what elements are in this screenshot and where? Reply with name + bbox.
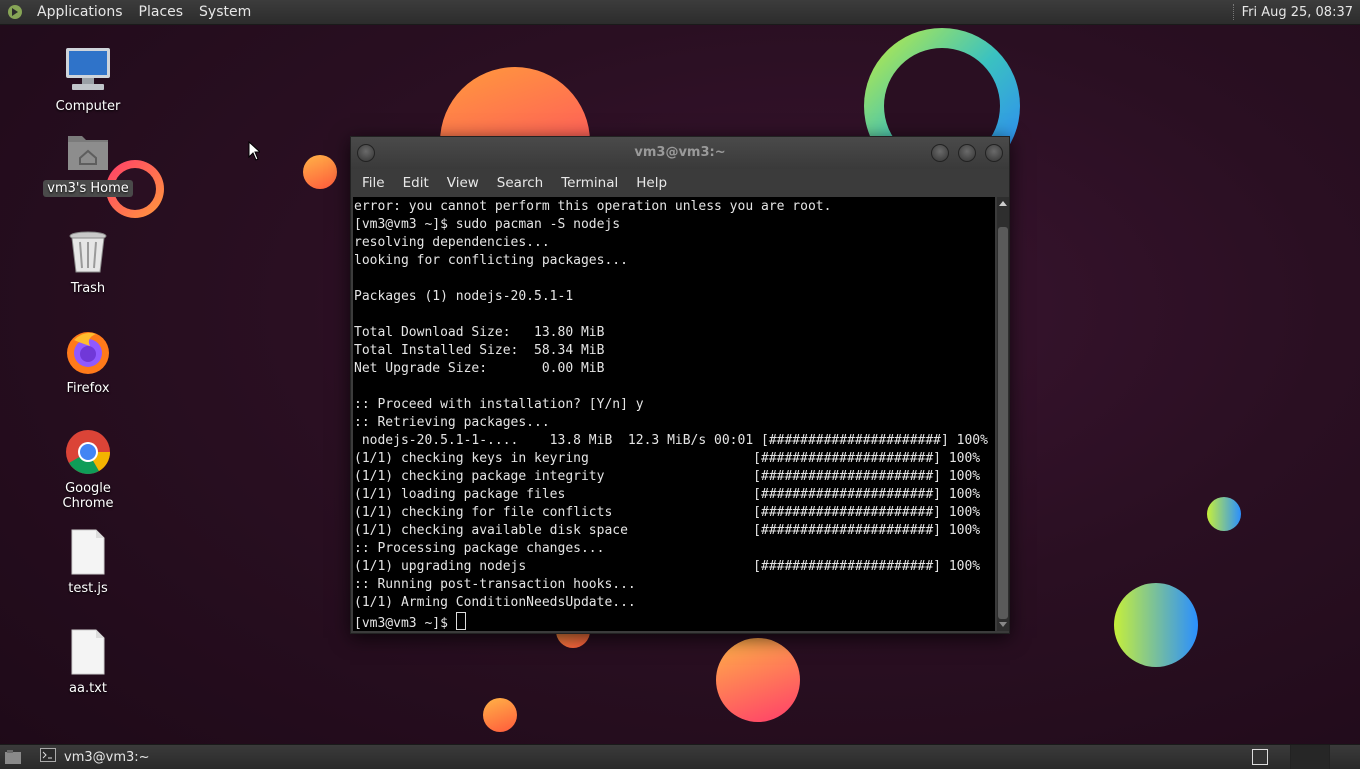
- terminal-line: nodejs-20.5.1-1-.... 13.8 MiB 12.3 MiB/s…: [361, 433, 988, 448]
- desktop-icon-trash[interactable]: Trash: [38, 228, 138, 297]
- mate-logo-icon[interactable]: [7, 4, 23, 20]
- menu-search[interactable]: Search: [488, 169, 552, 197]
- decor-circle: [483, 698, 517, 732]
- home-folder-icon: [64, 128, 112, 176]
- menu-view[interactable]: View: [438, 169, 488, 197]
- terminal-line: looking for conflicting packages...: [354, 253, 628, 268]
- terminal-icon: [40, 748, 56, 766]
- trash-icon: [64, 228, 112, 276]
- terminal-line: (1/1) checking for file conflicts [#####…: [354, 505, 981, 520]
- maximize-button[interactable]: [958, 144, 976, 162]
- desktop-icon-test-js[interactable]: test.js: [38, 528, 138, 597]
- terminal-line: resolving dependencies...: [354, 235, 550, 250]
- terminal-prompt: [vm3@vm3 ~]$: [354, 616, 456, 631]
- firefox-icon: [64, 328, 112, 376]
- window-titlebar[interactable]: vm3@vm3:~: [351, 137, 1009, 169]
- taskbar-item-terminal[interactable]: vm3@vm3:~: [34, 745, 156, 769]
- terminal-text: error: you cannot perform this operation…: [353, 197, 995, 633]
- terminal-line: :: Retrieving packages...: [354, 415, 550, 430]
- decor-circle: [716, 638, 800, 722]
- terminal-line: (1/1) loading package files [###########…: [354, 487, 981, 502]
- close-button[interactable]: [985, 144, 1003, 162]
- window-menu-button[interactable]: [357, 144, 375, 162]
- bottom-panel: vm3@vm3:~: [0, 744, 1360, 769]
- places-menu[interactable]: Places: [131, 0, 192, 24]
- window-title: vm3@vm3:~: [634, 145, 726, 160]
- terminal-line: :: Processing package changes...: [354, 541, 605, 556]
- minimize-button[interactable]: [931, 144, 949, 162]
- desktop-icon-home[interactable]: vm3's Home: [38, 128, 138, 197]
- file-icon: [64, 528, 112, 576]
- panel-separator: [1232, 4, 1236, 20]
- menu-file[interactable]: File: [353, 169, 394, 197]
- terminal-line: Packages (1) nodejs-20.5.1-1: [354, 289, 574, 304]
- terminal-line: (1/1) Arming ConditionNeedsUpdate...: [354, 595, 636, 610]
- decor-circle: [303, 155, 337, 189]
- terminal-menubar: File Edit View Search Terminal Help: [351, 169, 1009, 197]
- terminal-line: Total Installed Size: 58.34 MiB: [354, 343, 605, 358]
- desktop-icon-label: test.js: [68, 581, 108, 596]
- file-icon: [64, 628, 112, 676]
- desktop-icon-label: Firefox: [66, 381, 110, 396]
- terminal-line: :: Running post-transaction hooks...: [354, 577, 636, 592]
- desktop-icon-firefox[interactable]: Firefox: [38, 328, 138, 397]
- terminal-output[interactable]: error: you cannot perform this operation…: [353, 197, 995, 631]
- terminal-scrollbar[interactable]: [997, 197, 1009, 631]
- clock[interactable]: Fri Aug 25, 08:37: [1242, 5, 1360, 20]
- desktop-icon-aa-txt[interactable]: aa.txt: [38, 628, 138, 697]
- desktop-icon-label: Google Chrome: [62, 481, 114, 511]
- show-desktop-icon[interactable]: [4, 749, 22, 769]
- desktop-icon-label: Computer: [55, 99, 121, 114]
- computer-icon: [64, 46, 112, 94]
- top-panel: Applications Places System Fri Aug 25, 0…: [0, 0, 1360, 25]
- mouse-pointer-icon: [248, 140, 262, 165]
- taskbar-item-label: vm3@vm3:~: [64, 749, 150, 765]
- terminal-cursor: [455, 612, 466, 630]
- terminal-line: (1/1) checking keys in keyring [########…: [354, 451, 981, 466]
- scroll-down-arrow-icon[interactable]: [999, 622, 1007, 627]
- terminal-line: error: you cannot perform this operation…: [354, 199, 832, 214]
- workspace-switcher-slot[interactable]: [1290, 745, 1330, 769]
- terminal-line: Net Upgrade Size: 0.00 MiB: [354, 361, 605, 376]
- menu-terminal[interactable]: Terminal: [552, 169, 627, 197]
- menu-help[interactable]: Help: [627, 169, 676, 197]
- decor-circle: [1114, 583, 1198, 667]
- decor-circle: [1207, 497, 1241, 531]
- scroll-up-arrow-icon[interactable]: [999, 201, 1007, 206]
- workspace-switcher[interactable]: [1252, 749, 1268, 765]
- applications-menu[interactable]: Applications: [29, 0, 131, 24]
- desktop-icon-label: aa.txt: [69, 681, 107, 696]
- terminal-line: [vm3@vm3 ~]$ sudo pacman -S nodejs: [354, 217, 621, 232]
- scrollbar-thumb[interactable]: [998, 227, 1008, 619]
- terminal-line: (1/1) checking available disk space [###…: [354, 523, 981, 538]
- menu-edit[interactable]: Edit: [394, 169, 438, 197]
- terminal-line: Total Download Size: 13.80 MiB: [354, 325, 605, 340]
- desktop-icon-chrome[interactable]: Google Chrome: [38, 428, 138, 512]
- terminal-line: (1/1) upgrading nodejs [################…: [354, 559, 981, 574]
- terminal-line: :: Proceed with installation? [Y/n] y: [354, 397, 644, 412]
- system-menu[interactable]: System: [191, 0, 259, 24]
- terminal-line: (1/1) checking package integrity [######…: [354, 469, 981, 484]
- chrome-icon: [64, 428, 112, 476]
- desktop-icon-label: vm3's Home: [43, 180, 133, 197]
- terminal-window: vm3@vm3:~ File Edit View Search Terminal…: [350, 136, 1010, 634]
- desktop-icon-label: Trash: [70, 281, 106, 296]
- desktop-icon-computer[interactable]: Computer: [38, 46, 138, 115]
